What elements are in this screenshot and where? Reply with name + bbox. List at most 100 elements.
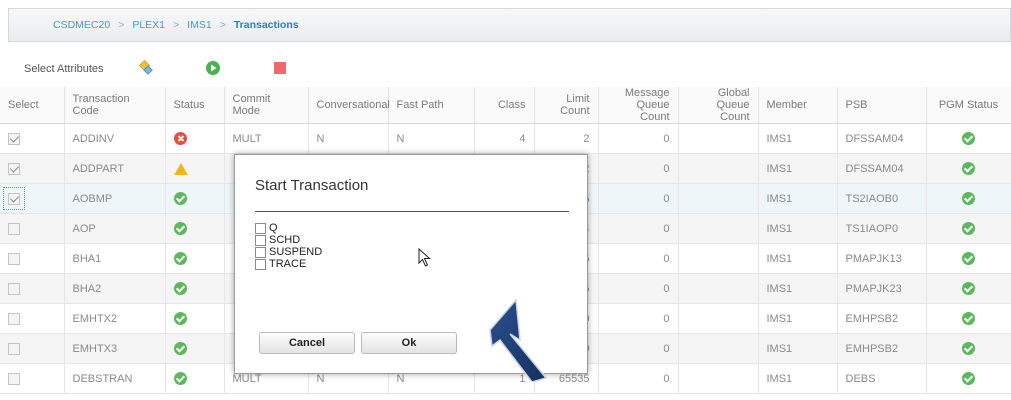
select-cell [0, 123, 65, 154]
pgm-status-cell [926, 213, 1011, 244]
column-header-status[interactable]: Status [165, 87, 225, 124]
ok-status-icon [962, 162, 975, 175]
global-queue-count-cell [678, 273, 759, 304]
breadcrumb-item-ims1[interactable]: IMS1 [187, 19, 212, 31]
pgm-status-cell [926, 183, 1011, 214]
option-q[interactable]: Q [255, 222, 278, 234]
ok-status-icon [173, 372, 187, 385]
status-cell [165, 273, 225, 304]
cancel-button[interactable]: Cancel [259, 332, 355, 354]
pgm-status-cell [926, 273, 1011, 304]
row-select-checkbox[interactable] [8, 372, 20, 385]
status-cell [165, 183, 225, 214]
option-trace-checkbox[interactable] [255, 258, 266, 270]
ok-status-icon [173, 192, 187, 205]
psb-cell: PMAPJK23 [837, 273, 927, 304]
column-header-commit-mode[interactable]: Commit Mode [224, 87, 309, 124]
option-schd-label: SCHD [269, 234, 301, 246]
ok-status-icon [173, 222, 187, 235]
column-header-message-queue-count[interactable]: Message Queue Count [598, 87, 679, 124]
limit-count-cell: 2 [534, 123, 599, 154]
breadcrumb-item-csdmec20[interactable]: CSDMEC20 [53, 19, 110, 31]
fast-path-cell: N [388, 123, 475, 154]
select-attributes-button[interactable]: Select Attributes [24, 63, 104, 75]
start-icon[interactable] [205, 60, 221, 76]
column-header-limit-count[interactable]: Limit Count [534, 87, 599, 124]
column-header-class[interactable]: Class [474, 87, 535, 124]
transaction-code-cell: BHA2 [64, 273, 166, 304]
column-header-transaction-code[interactable]: Transaction Code [64, 87, 166, 124]
select-cell [0, 303, 65, 334]
ok-status-icon [173, 312, 187, 325]
global-queue-count-cell [678, 363, 759, 394]
message-queue-count-cell: 0 [598, 273, 679, 304]
message-queue-count-cell: 0 [598, 183, 679, 214]
pgm-status-cell [926, 243, 1011, 274]
global-queue-count-cell [678, 303, 759, 334]
transaction-code-cell: BHA1 [64, 243, 166, 274]
global-queue-count-cell [678, 153, 759, 184]
global-queue-count-cell [678, 333, 759, 364]
select-cell [0, 363, 65, 394]
psb-cell: DFSSAM04 [837, 153, 927, 184]
row-select-checkbox[interactable] [8, 222, 20, 235]
transaction-code-cell: AOBMP [64, 183, 166, 214]
row-select-checkbox[interactable] [8, 312, 20, 325]
option-trace[interactable]: TRACE [255, 258, 306, 270]
row-select-checkbox[interactable] [8, 162, 20, 175]
option-suspend-checkbox[interactable] [255, 246, 266, 258]
attributes-icon[interactable] [138, 60, 154, 76]
option-q-checkbox[interactable] [255, 222, 266, 234]
column-header-pgm-status[interactable]: PGM Status [926, 87, 1011, 124]
member-cell: IMS1 [758, 273, 838, 304]
ok-status-icon [173, 282, 187, 295]
column-header-global-queue-count[interactable]: Global Queue Count [678, 87, 759, 124]
member-cell: IMS1 [758, 123, 838, 154]
status-cell [165, 153, 225, 184]
transaction-code-cell: DEBSTRAN [64, 363, 166, 394]
table-header: Select Transaction Code Status Commit Mo… [0, 87, 1011, 124]
select-cell [0, 273, 65, 304]
ok-status-icon [962, 222, 975, 235]
message-queue-count-cell: 0 [598, 153, 679, 184]
member-cell: IMS1 [758, 213, 838, 244]
status-cell [165, 123, 225, 154]
option-suspend[interactable]: SUSPEND [255, 246, 322, 258]
column-header-select[interactable]: Select [0, 87, 65, 124]
warning-status-icon [173, 162, 188, 175]
status-cell [165, 243, 225, 274]
transaction-code-cell: AOP [64, 213, 166, 244]
column-header-conversational[interactable]: Conversational [308, 87, 390, 124]
transaction-code-cell: EMHTX3 [64, 333, 166, 364]
option-schd-checkbox[interactable] [255, 234, 266, 246]
column-header-psb[interactable]: PSB [837, 87, 927, 124]
select-cell [0, 153, 65, 184]
status-cell [165, 213, 225, 244]
column-header-member[interactable]: Member [758, 87, 838, 124]
psb-cell: PMAPJK13 [837, 243, 927, 274]
row-select-checkbox[interactable] [8, 282, 20, 295]
row-select-checkbox[interactable] [8, 252, 20, 265]
psb-cell: EMHPSB2 [837, 333, 927, 364]
annotation-arrow-icon [489, 298, 548, 382]
member-cell: IMS1 [758, 333, 838, 364]
row-select-checkbox[interactable] [8, 192, 20, 205]
breadcrumb-item-plex1[interactable]: PLEX1 [132, 19, 165, 31]
option-schd[interactable]: SCHD [255, 234, 300, 246]
row-select-checkbox[interactable] [8, 132, 20, 145]
status-cell [165, 363, 225, 394]
option-trace-label: TRACE [269, 258, 307, 270]
pgm-status-cell [926, 123, 1011, 154]
table-row[interactable]: ADDINV MULT N N 4 2 0 IMS1 DFSSAM04 [0, 123, 1011, 154]
option-suspend-label: SUSPEND [269, 246, 323, 258]
pgm-status-cell [926, 363, 1011, 394]
psb-cell: TS1IAOP0 [837, 213, 927, 244]
global-queue-count-cell [678, 183, 759, 214]
toolbar: Select Attributes [0, 52, 1011, 86]
stop-icon[interactable] [272, 60, 288, 76]
member-cell: IMS1 [758, 303, 838, 334]
column-header-fast-path[interactable]: Fast Path [388, 87, 475, 124]
pgm-status-cell [926, 333, 1011, 364]
ok-button[interactable]: Ok [361, 332, 457, 354]
row-select-checkbox[interactable] [8, 342, 20, 355]
